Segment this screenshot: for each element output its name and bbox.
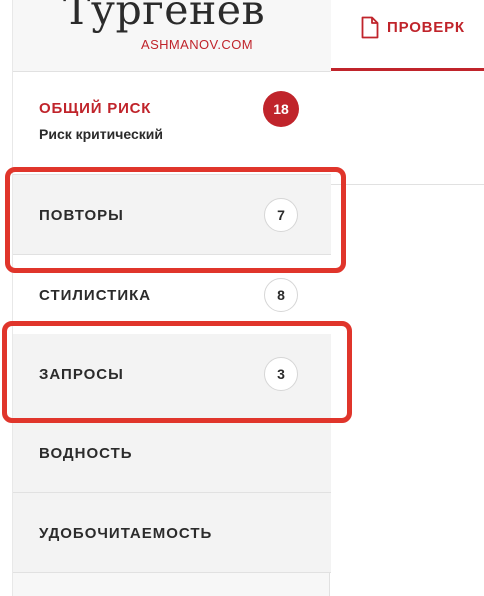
sidebar-item-readability[interactable]: УДОБОЧИТАЕМОСТЬ — [13, 493, 331, 573]
overall-risk-panel[interactable]: ОБЩИЙ РИСК Риск критический 18 — [13, 72, 331, 175]
sidebar-item-label: СТИЛИСТИКА — [39, 286, 152, 304]
active-tab-underline — [331, 68, 484, 71]
sidebar-item-queries[interactable]: ЗАПРОСЫ 3 — [13, 334, 331, 414]
sidebar-item-stylistics[interactable]: СТИЛИСТИКА 8 — [13, 255, 331, 335]
sidebar: Тургенев ASHMANOV.COM ОБЩИЙ РИСК Риск кр… — [12, 0, 331, 596]
logo[interactable]: Тургенев ASHMANOV.COM — [13, 0, 331, 72]
top-bar: ПРОВЕРК — [331, 0, 484, 70]
sidebar-item-label: УДОБОЧИТАЕМОСТЬ — [39, 524, 213, 542]
count-badge: 7 — [264, 198, 298, 232]
risk-subtitle: Риск критический — [39, 126, 163, 142]
sidebar-item-repeats[interactable]: ПОВТОРЫ 7 — [13, 175, 331, 255]
tab-check-label: ПРОВЕРК — [387, 18, 465, 36]
risk-score-badge: 18 — [263, 91, 299, 127]
sidebar-item-label: ЗАПРОСЫ — [39, 365, 124, 383]
content-divider — [331, 184, 484, 185]
document-icon — [361, 16, 379, 38]
count-badge: 8 — [264, 278, 298, 312]
risk-title: ОБЩИЙ РИСК — [39, 100, 152, 117]
logo-subtitle: ASHMANOV.COM — [141, 37, 253, 52]
sidebar-item-wateriness[interactable]: ВОДНОСТЬ — [13, 413, 331, 493]
sidebar-item-label: ВОДНОСТЬ — [39, 444, 133, 462]
sidebar-item-label: ПОВТОРЫ — [39, 206, 124, 224]
tab-check[interactable]: ПРОВЕРК — [361, 12, 465, 42]
logo-title: Тургенев — [63, 0, 266, 34]
count-badge: 3 — [264, 357, 298, 391]
